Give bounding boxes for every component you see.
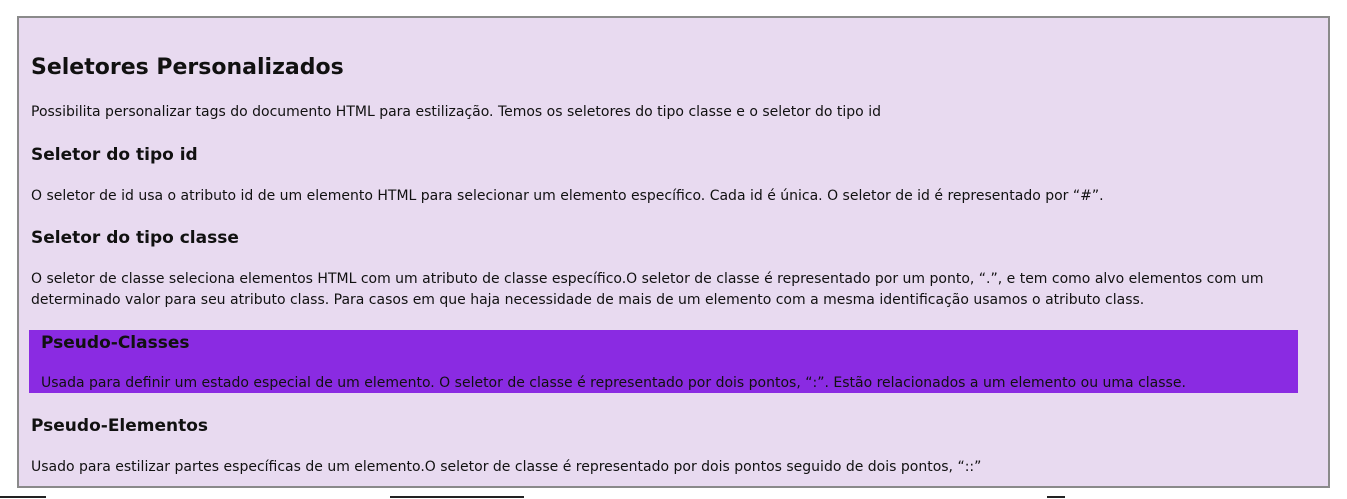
bottom-line-segment	[0, 496, 46, 498]
section-text-pseudo-classes: Usada para definir um estado especial de…	[41, 375, 1186, 391]
section-heading-id-selector: Seletor do tipo id	[31, 145, 198, 165]
section-text-pseudo-elements: Usado para estilizar partes específicas …	[31, 459, 982, 475]
section-text-id-selector: O seletor de id usa o atributo id de um …	[31, 188, 1104, 204]
content-panel: Seletores Personalizados Possibilita per…	[17, 16, 1330, 488]
intro-paragraph: Possibilita personalizar tags do documen…	[31, 104, 881, 120]
section-heading-class-selector: Seletor do tipo classe	[31, 228, 239, 248]
section-text-class-selector: O seletor de classe seleciona elementos …	[31, 271, 1264, 308]
page-title: Seletores Personalizados	[31, 55, 344, 80]
bottom-line-segment	[1047, 496, 1065, 498]
section-heading-pseudo-elements: Pseudo-Elementos	[31, 416, 209, 436]
bottom-line-segment	[390, 496, 524, 498]
section-heading-pseudo-classes: Pseudo-Classes	[41, 333, 190, 353]
